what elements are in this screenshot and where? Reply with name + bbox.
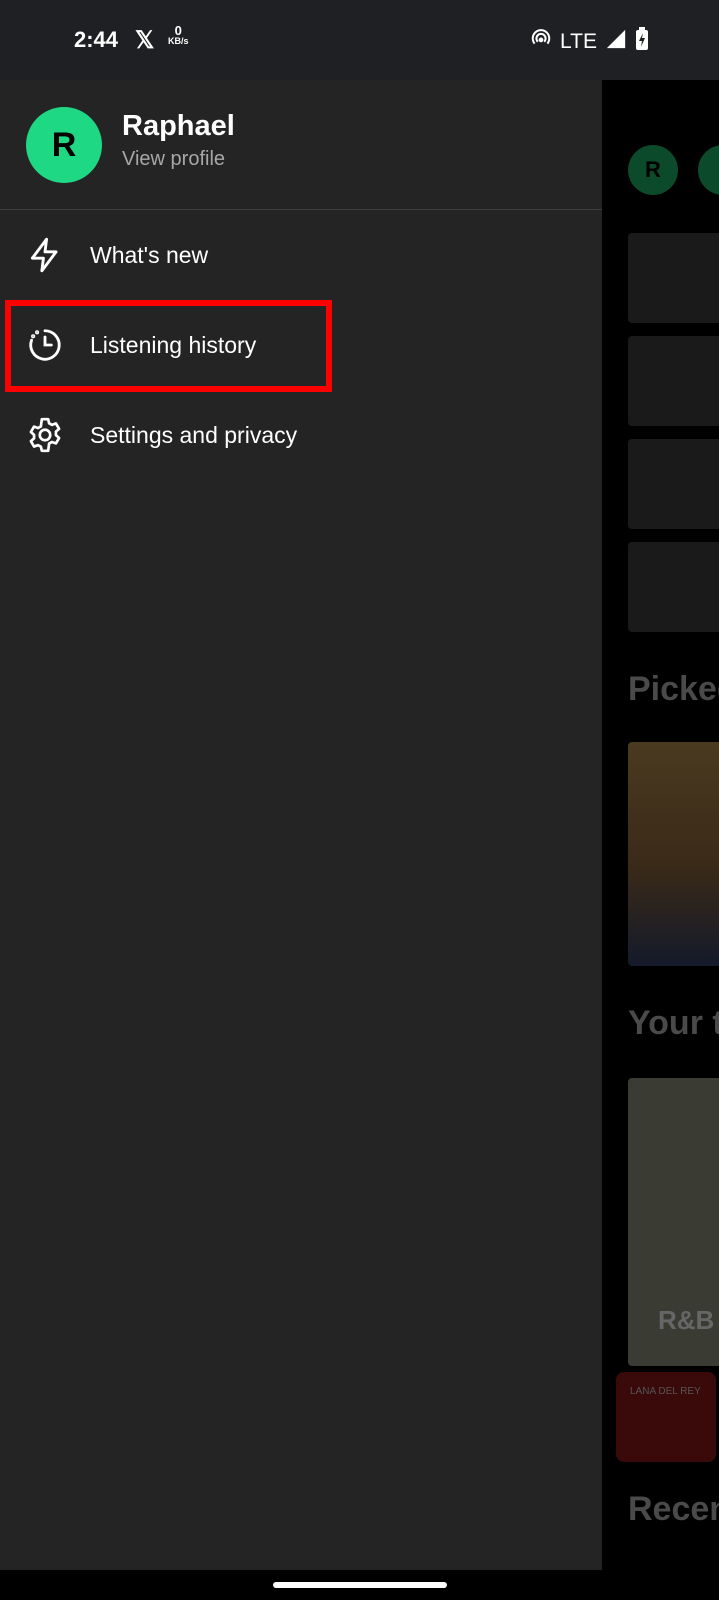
signal-icon <box>605 28 627 56</box>
status-bar: 2:44 𝕏 0 KB/s LTE <box>0 0 719 80</box>
x-logo-icon: 𝕏 <box>135 27 155 54</box>
background-card <box>628 742 719 966</box>
clock: 2:44 <box>74 27 119 52</box>
profile-name[interactable]: Raphael <box>122 110 235 143</box>
background-chip <box>698 145 719 195</box>
avatar[interactable]: R <box>26 107 102 183</box>
network-type: LTE <box>560 30 597 53</box>
lightning-icon <box>30 237 58 273</box>
background-card: R&B <box>628 1078 719 1366</box>
background-heading: Picked <box>628 670 719 708</box>
background-mini-player: LANA DEL REY <box>616 1372 716 1462</box>
menu-item-label: What's new <box>90 241 209 268</box>
divider <box>0 209 602 210</box>
menu-item-settings-and-privacy[interactable]: Settings and privacy <box>0 405 602 465</box>
home-background: R Picked Your t R&B LANA DEL REY Recen <box>602 80 719 1570</box>
gear-icon <box>29 417 61 453</box>
highlight-box <box>5 300 332 392</box>
background-heading: Recen <box>628 1490 719 1528</box>
background-tile <box>628 439 719 529</box>
network-speed: 0 KB/s <box>168 23 189 46</box>
background-tile <box>628 542 719 632</box>
navigation-bar <box>0 1570 719 1600</box>
background-tile <box>628 336 719 426</box>
menu-item-whats-new[interactable]: What's new <box>0 225 602 285</box>
background-heading: Your t <box>628 1004 719 1042</box>
background-avatar: R <box>628 145 678 195</box>
menu-item-label: Settings and privacy <box>90 421 298 448</box>
background-tile <box>628 233 719 323</box>
battery-charging-icon <box>635 27 649 57</box>
view-profile-link[interactable]: View profile <box>122 148 225 171</box>
hotspot-icon <box>530 28 552 56</box>
home-gesture-handle[interactable] <box>273 1582 447 1588</box>
